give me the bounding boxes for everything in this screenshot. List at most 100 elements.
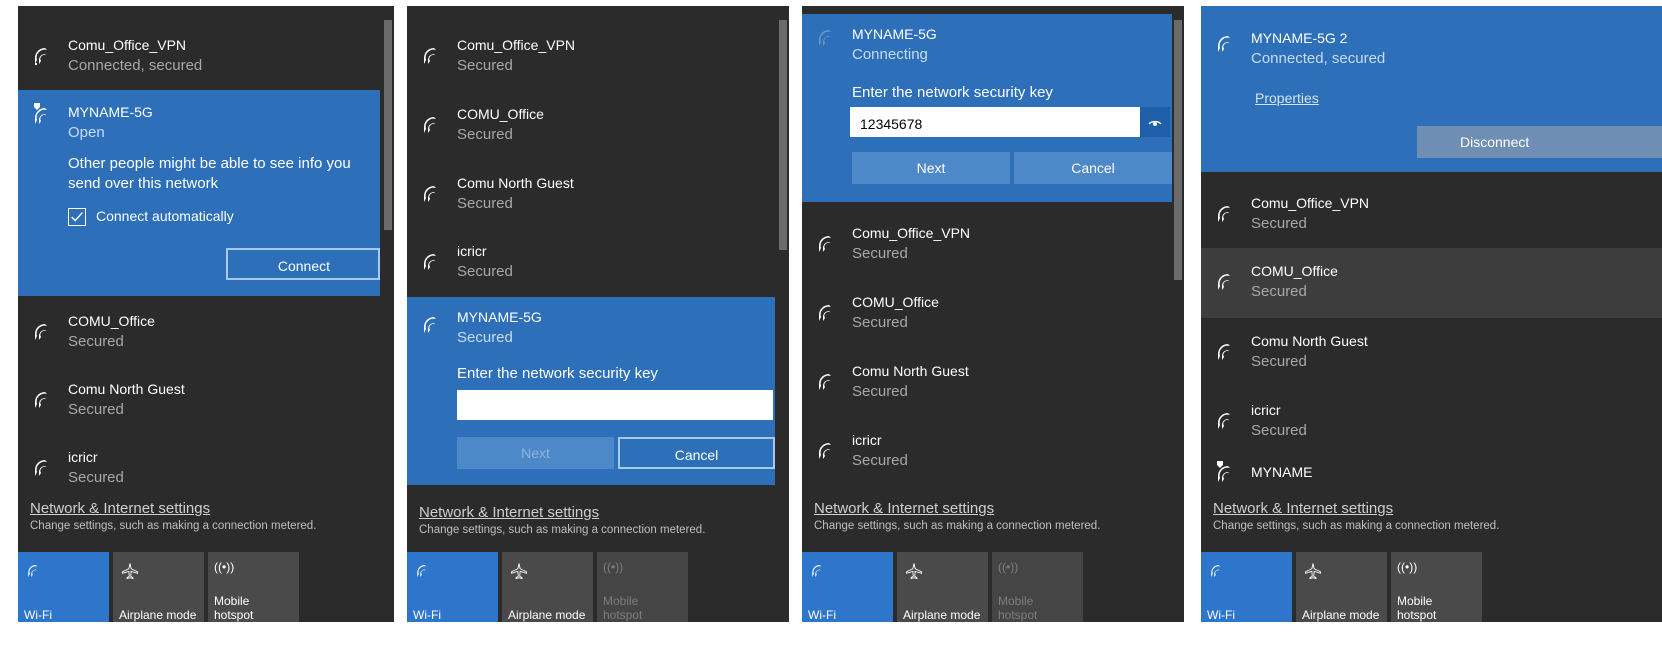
settings-description: Change settings, such as making a connec… — [419, 524, 706, 536]
network-status: Secured — [852, 452, 908, 469]
wifi-icon — [1211, 565, 1221, 577]
network-name: Comu_Office_VPN — [852, 225, 971, 241]
airplane-mode-tile[interactable]: Airplane mode — [502, 552, 593, 622]
wifi-signal-icon — [424, 48, 436, 64]
network-item[interactable]: icricr Secured — [407, 228, 789, 298]
network-internet-settings-link[interactable]: Network & Internet settings — [30, 500, 316, 517]
scrollbar-thumb[interactable] — [384, 20, 392, 230]
network-item[interactable]: Comu North Guest Secured — [1201, 318, 1662, 388]
wifi-toggle-tile[interactable]: Wi-Fi — [18, 552, 109, 622]
network-internet-settings-link[interactable]: Network & Internet settings — [419, 504, 705, 521]
next-button[interactable]: Next — [852, 152, 1010, 184]
mobile-hotspot-tile[interactable]: ((•)) Mobile hotspot — [597, 552, 688, 622]
network-item[interactable]: icricr Secured — [1201, 387, 1662, 457]
network-item[interactable]: icricr Secured — [802, 417, 1184, 487]
wifi-signal-icon — [424, 317, 436, 333]
disconnect-button[interactable]: Disconnect — [1417, 126, 1662, 158]
selected-network[interactable]: MYNAME-5G 2 Connected, secured Propertie… — [1201, 6, 1662, 172]
network-name: Comu North Guest — [457, 175, 574, 191]
connect-automatically-label: Connect automatically — [96, 208, 234, 224]
wifi-signal-icon — [819, 374, 831, 390]
network-name: COMU_Office — [68, 313, 155, 329]
wifi-flyout-panel-1: Comu_Office_VPN Connected, secured MYNAM… — [18, 6, 394, 622]
scrollbar[interactable] — [777, 6, 789, 486]
network-item[interactable]: Comu North Guest Secured — [802, 348, 1184, 418]
checkmark-icon — [71, 212, 83, 222]
mobile-hotspot-tile[interactable]: ((•)) Mobile hotspot — [1391, 552, 1482, 622]
hotspot-icon: ((•)) — [603, 560, 624, 574]
network-item-open[interactable]: MYNAME — [1201, 454, 1662, 494]
network-item[interactable]: COMU_Office Secured — [1201, 248, 1662, 318]
settings-description: Change settings, such as making a connec… — [1213, 520, 1500, 532]
wifi-signal-icon — [424, 254, 436, 270]
network-name: COMU_Office — [1251, 263, 1338, 279]
tile-label-line1: Mobile — [603, 594, 639, 608]
tile-label: Airplane mode — [903, 608, 981, 622]
mobile-hotspot-tile[interactable]: ((•)) Mobile hotspot — [208, 552, 299, 622]
network-item[interactable]: COMU_Office Secured — [407, 91, 789, 161]
mobile-hotspot-tile[interactable]: ((•)) Mobile hotspot — [992, 552, 1083, 622]
tile-label-line2: hotspot — [603, 608, 643, 622]
network-status: Connected, secured — [1251, 50, 1386, 67]
network-status: Secured — [852, 245, 908, 262]
security-key-input[interactable]: 12345678 — [850, 107, 1140, 137]
unsecured-wifi-icon — [1217, 461, 1230, 482]
network-name: icricr — [68, 449, 98, 465]
connect-button[interactable]: Connect — [226, 248, 380, 280]
network-item[interactable]: COMU_Office Secured — [802, 279, 1184, 349]
wifi-signal-icon — [1218, 274, 1230, 290]
airplane-icon — [122, 563, 138, 580]
wifi-toggle-tile[interactable]: Wi-Fi — [802, 552, 893, 622]
network-item[interactable]: Comu North Guest Secured — [18, 366, 394, 436]
network-status: Secured — [1251, 353, 1307, 370]
scrollbar-thumb[interactable] — [779, 20, 787, 250]
selected-network[interactable]: MYNAME-5G Connecting Enter the network s… — [802, 14, 1172, 202]
network-status: Secured — [1251, 215, 1307, 232]
tile-label: Mobile hotspot — [1397, 594, 1436, 622]
scrollbar[interactable] — [1172, 6, 1184, 486]
network-status: Secured — [457, 329, 513, 346]
hotspot-icon: ((•)) — [214, 560, 235, 574]
security-key-input[interactable] — [457, 390, 773, 420]
network-item[interactable]: Comu_Office_VPN Secured — [407, 22, 789, 92]
wifi-signal-icon — [1218, 206, 1230, 222]
settings-description: Change settings, such as making a connec… — [814, 520, 1101, 532]
network-settings: Network & Internet settings Change setti… — [1213, 500, 1499, 532]
connect-automatically-checkbox[interactable] — [68, 208, 86, 226]
network-internet-settings-link[interactable]: Network & Internet settings — [814, 500, 1100, 517]
wifi-toggle-tile[interactable]: Wi-Fi — [407, 552, 498, 622]
network-name: Comu_Office_VPN — [68, 37, 187, 53]
scrollbar-thumb[interactable] — [1174, 20, 1182, 280]
network-status: Secured — [457, 195, 513, 212]
cancel-button[interactable]: Cancel — [618, 437, 775, 469]
network-item[interactable]: Comu_Office_VPN Secured — [1201, 180, 1662, 250]
security-key-prompt: Enter the network security key — [457, 365, 658, 382]
network-item[interactable]: Comu_Office_VPN Secured — [802, 210, 1184, 280]
tile-label-line1: Mobile — [998, 594, 1034, 608]
tile-label: Airplane mode — [119, 608, 197, 622]
tile-label: Mobile hotspot — [214, 594, 253, 622]
network-item[interactable]: COMU_Office Secured — [18, 298, 394, 368]
wifi-toggle-tile[interactable]: Wi-Fi — [1201, 552, 1292, 622]
wifi-flyout-panel-3: MYNAME-5G Connecting Enter the network s… — [802, 6, 1184, 622]
scrollbar[interactable] — [382, 6, 394, 486]
properties-link[interactable]: Properties — [1255, 90, 1319, 106]
network-item[interactable]: icricr Secured — [18, 434, 394, 504]
network-internet-settings-link[interactable]: Network & Internet settings — [1213, 500, 1499, 517]
network-name: icricr — [1251, 402, 1281, 418]
network-item[interactable]: Comu_Office_VPN Connected, secured — [18, 22, 394, 92]
selected-network[interactable]: MYNAME-5G Open Other people might be abl… — [18, 90, 380, 296]
airplane-mode-tile[interactable]: Airplane mode — [113, 552, 204, 622]
airplane-mode-tile[interactable]: Airplane mode — [1296, 552, 1387, 622]
selected-network[interactable]: MYNAME-5G Secured Enter the network secu… — [407, 297, 775, 485]
airplane-mode-tile[interactable]: Airplane mode — [897, 552, 988, 622]
reveal-password-button[interactable] — [1140, 107, 1170, 137]
next-button[interactable]: Next — [457, 437, 614, 469]
network-status: Secured — [852, 314, 908, 331]
network-item[interactable]: Comu North Guest Secured — [407, 160, 789, 230]
network-status: Connecting — [852, 46, 928, 63]
network-name: MYNAME-5G 2 — [1251, 30, 1348, 46]
network-status: Secured — [1251, 422, 1307, 439]
cancel-button[interactable]: Cancel — [1014, 152, 1172, 184]
open-network-warning: Other people might be able to see info y… — [68, 155, 351, 192]
